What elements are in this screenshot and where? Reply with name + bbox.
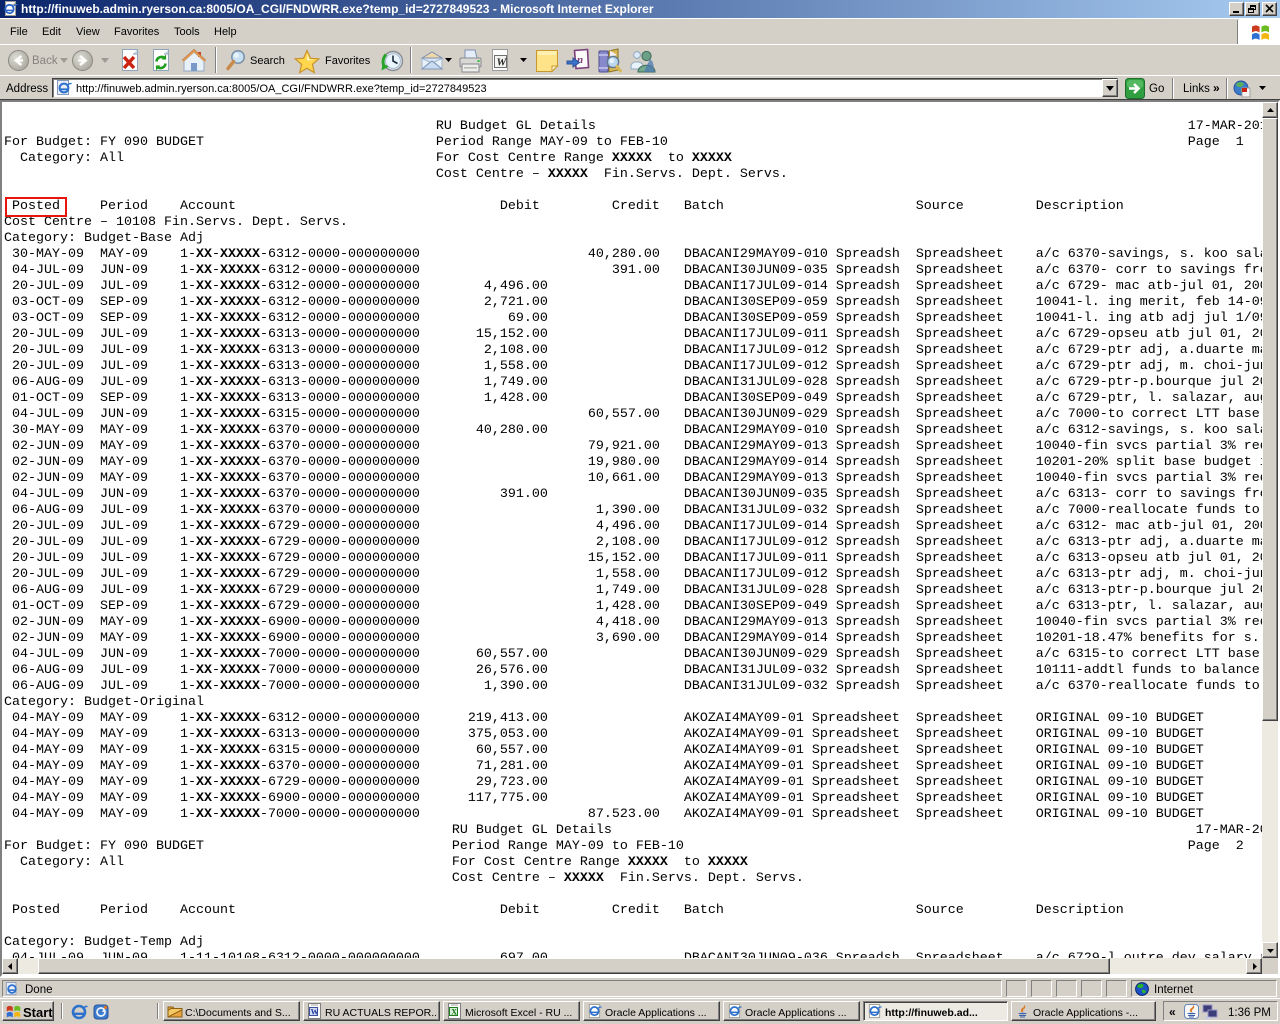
svg-text:W: W <box>497 57 508 69</box>
svg-text:W: W <box>311 1008 319 1017</box>
svg-text:X: X <box>451 1008 457 1017</box>
